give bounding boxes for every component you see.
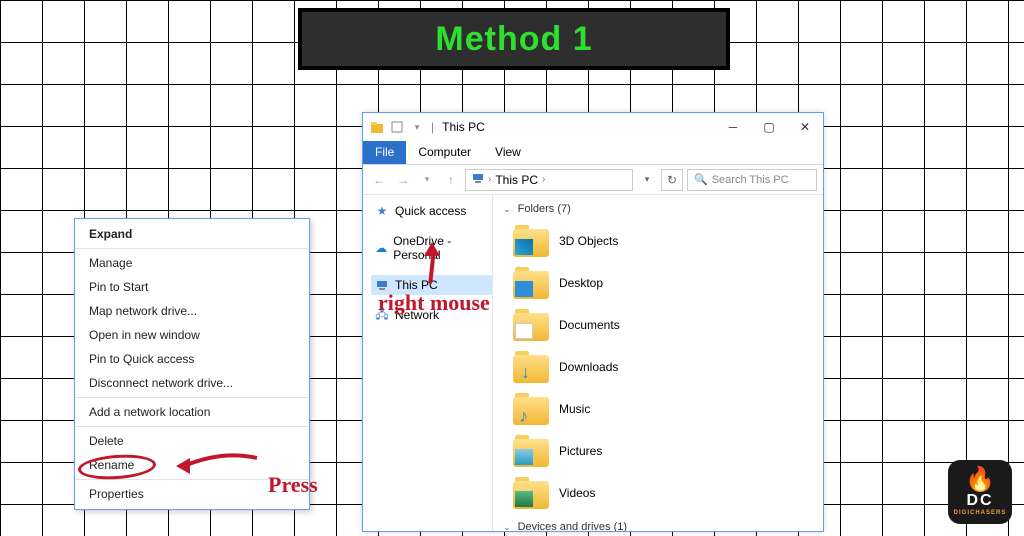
annotation-arrow-left bbox=[172, 452, 252, 482]
flame-icon: 🔥 bbox=[965, 468, 995, 492]
titlebar: ▾ | This PC ─ ▢ ✕ bbox=[363, 113, 823, 141]
devices-section-header[interactable]: ⌄ Devices and drives (1) bbox=[503, 519, 813, 531]
folders-header-label: Folders (7) bbox=[518, 203, 571, 215]
star-icon: ★ bbox=[375, 204, 389, 218]
folder-icon bbox=[513, 477, 549, 509]
ribbon-tab-view[interactable]: View bbox=[483, 141, 533, 164]
folder-label: Documents bbox=[559, 318, 620, 332]
folder-desktop[interactable]: Desktop bbox=[513, 267, 813, 299]
annotation-right-mouse: right mouse bbox=[378, 290, 490, 316]
breadcrumb-chevron-icon[interactable]: › bbox=[542, 174, 545, 185]
nav-back-button[interactable]: ← bbox=[369, 170, 389, 190]
devices-header-label: Devices and drives (1) bbox=[518, 521, 627, 531]
ctx-add-network-location[interactable]: Add a network location bbox=[75, 400, 309, 424]
folder-label: 3D Objects bbox=[559, 234, 618, 248]
ctx-expand[interactable]: Expand bbox=[75, 222, 309, 246]
content-pane: ⌄ Folders (7) 3D Objects Desktop Documen… bbox=[493, 195, 823, 531]
folder-label: Desktop bbox=[559, 276, 603, 290]
ctx-disconnect-network-drive[interactable]: Disconnect network drive... bbox=[75, 371, 309, 395]
search-placeholder: Search This PC bbox=[712, 174, 789, 186]
folder-3d-objects[interactable]: 3D Objects bbox=[513, 225, 813, 257]
search-icon: 🔍 bbox=[694, 173, 708, 186]
folder-icon bbox=[513, 309, 549, 341]
logo-subtext: DIGICHASERS bbox=[954, 510, 1007, 516]
search-input[interactable]: 🔍 Search This PC bbox=[687, 169, 817, 191]
minimize-button[interactable]: ─ bbox=[715, 113, 751, 141]
folder-icon bbox=[513, 435, 549, 467]
nav-up-button[interactable]: ↑ bbox=[441, 170, 461, 190]
address-chevron-icon[interactable]: ▾ bbox=[637, 170, 657, 190]
ctx-manage[interactable]: Manage bbox=[75, 251, 309, 275]
folders-section-header[interactable]: ⌄ Folders (7) bbox=[503, 201, 813, 221]
breadcrumb-chevron-icon[interactable]: › bbox=[488, 174, 491, 185]
address-bar[interactable]: › This PC › bbox=[465, 169, 633, 191]
folder-label: Pictures bbox=[559, 444, 602, 458]
refresh-button[interactable]: ↻ bbox=[661, 169, 683, 191]
qat-properties-icon[interactable] bbox=[389, 119, 405, 135]
folder-icon bbox=[513, 225, 549, 257]
folder-documents[interactable]: Documents bbox=[513, 309, 813, 341]
annotation-press: Press bbox=[268, 472, 318, 498]
breadcrumb-this-pc[interactable]: This PC bbox=[495, 173, 538, 187]
folder-music[interactable]: ♪ Music bbox=[513, 393, 813, 425]
ctx-pin-to-start[interactable]: Pin to Start bbox=[75, 275, 309, 299]
method-banner-title: Method 1 bbox=[435, 20, 592, 59]
ctx-open-new-window[interactable]: Open in new window bbox=[75, 323, 309, 347]
folder-label: Videos bbox=[559, 486, 595, 500]
folder-label: Downloads bbox=[559, 360, 618, 374]
ribbon-tab-file[interactable]: File bbox=[363, 141, 406, 164]
folder-icon bbox=[513, 267, 549, 299]
ctx-map-network-drive[interactable]: Map network drive... bbox=[75, 299, 309, 323]
collapse-chevron-icon[interactable]: ⌄ bbox=[503, 204, 511, 214]
maximize-button[interactable]: ▢ bbox=[751, 113, 787, 141]
ribbon-tab-computer[interactable]: Computer bbox=[406, 141, 483, 164]
window-title: This PC bbox=[442, 120, 485, 134]
folder-pictures[interactable]: Pictures bbox=[513, 435, 813, 467]
address-bar-row: ← → ▾ ↑ › This PC › ▾ ↻ 🔍 Search This PC bbox=[363, 165, 823, 195]
folder-videos[interactable]: Videos bbox=[513, 477, 813, 509]
explorer-app-icon bbox=[369, 119, 385, 135]
ctx-separator bbox=[75, 248, 309, 249]
ctx-separator bbox=[75, 426, 309, 427]
ribbon: File Computer View bbox=[363, 141, 823, 165]
logo-text: DC bbox=[966, 492, 993, 510]
pc-icon bbox=[472, 172, 484, 187]
close-button[interactable]: ✕ bbox=[787, 113, 823, 141]
collapse-chevron-icon[interactable]: ⌄ bbox=[503, 522, 511, 531]
folder-icon: ↓ bbox=[513, 351, 549, 383]
explorer-window: ▾ | This PC ─ ▢ ✕ File Computer View ← →… bbox=[362, 112, 824, 532]
ctx-pin-quick-access[interactable]: Pin to Quick access bbox=[75, 347, 309, 371]
titlebar-quick-icons: ▾ | bbox=[369, 119, 436, 135]
ctx-delete[interactable]: Delete bbox=[75, 429, 309, 453]
nav-label: Quick access bbox=[395, 204, 466, 218]
folder-label: Music bbox=[559, 402, 590, 416]
cloud-icon: ☁ bbox=[375, 241, 387, 255]
nav-history-chevron-icon[interactable]: ▾ bbox=[417, 170, 437, 190]
folder-downloads[interactable]: ↓ Downloads bbox=[513, 351, 813, 383]
folder-icon: ♪ bbox=[513, 393, 549, 425]
qat-chevron-icon[interactable]: ▾ bbox=[409, 119, 425, 135]
nav-forward-button[interactable]: → bbox=[393, 170, 413, 190]
annotation-arrow-up bbox=[420, 242, 446, 284]
brand-logo: 🔥 DC DIGICHASERS bbox=[948, 460, 1012, 524]
titlebar-separator: | bbox=[431, 120, 434, 134]
nav-quick-access[interactable]: ★ Quick access bbox=[371, 201, 492, 221]
ctx-separator bbox=[75, 397, 309, 398]
method-banner: Method 1 bbox=[298, 8, 730, 70]
